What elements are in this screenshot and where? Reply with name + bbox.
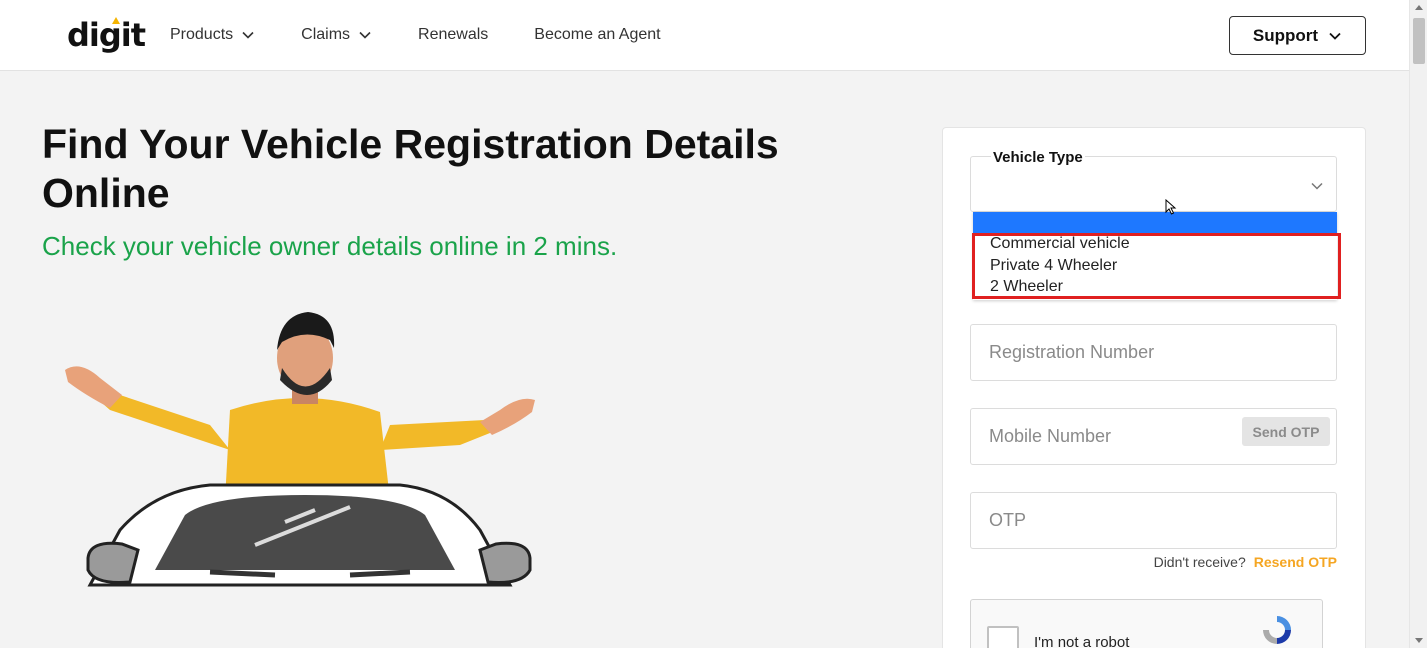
site-header: digit Products Claims Renewals Become an… — [0, 0, 1409, 71]
recaptcha-widget: I'm not a robot — [970, 599, 1323, 648]
option-2-wheeler[interactable]: 2 Wheeler — [973, 276, 1337, 298]
chevron-down-icon — [359, 31, 371, 39]
chevron-down-icon — [1311, 182, 1323, 190]
registration-number-field[interactable]: Registration Number — [970, 324, 1337, 381]
scroll-down-arrow-icon[interactable] — [1415, 638, 1423, 643]
recaptcha-label: I'm not a robot — [1034, 634, 1130, 648]
chevron-down-icon — [242, 31, 254, 39]
nav-claims[interactable]: Claims — [301, 26, 372, 44]
recaptcha-icon — [1263, 616, 1291, 644]
nav-become-agent[interactable]: Become an Agent — [534, 26, 660, 44]
resend-prompt: Didn't receive? — [1153, 554, 1246, 570]
mobile-number-placeholder: Mobile Number — [989, 426, 1112, 446]
mobile-number-field[interactable]: Mobile Number Send OTP — [970, 408, 1337, 465]
scroll-thumb[interactable] — [1413, 18, 1425, 64]
option-commercial-vehicle[interactable]: Commercial vehicle — [973, 233, 1337, 255]
chevron-down-icon — [1329, 32, 1341, 40]
nav-renewals-label: Renewals — [418, 26, 489, 43]
nav-claims-label: Claims — [301, 26, 351, 43]
logo-text: digit — [67, 16, 146, 54]
vehicle-type-dropdown: Commercial vehicle Private 4 Wheeler 2 W… — [973, 212, 1337, 300]
resend-row: Didn't receive? Resend OTP — [1000, 554, 1337, 570]
resend-otp-link[interactable]: Resend OTP — [1254, 554, 1337, 570]
nav-products[interactable]: Products — [170, 26, 255, 44]
otp-placeholder: OTP — [989, 510, 1027, 530]
digit-logo[interactable]: digit — [67, 16, 146, 54]
support-label: Support — [1252, 25, 1319, 45]
registration-number-placeholder: Registration Number — [989, 342, 1155, 362]
scroll-up-arrow-icon[interactable] — [1415, 5, 1423, 10]
man-in-car-illustration — [65, 312, 535, 587]
main-nav: Products Claims Renewals Become an Agent — [170, 26, 707, 44]
nav-renewals[interactable]: Renewals — [418, 26, 488, 44]
page-scrollbar[interactable] — [1409, 0, 1427, 648]
vehicle-type-label: Vehicle Type — [991, 149, 1085, 166]
nav-products-label: Products — [170, 26, 234, 43]
page-subtitle: Check your vehicle owner details online … — [42, 231, 618, 261]
mouse-cursor-icon — [1165, 199, 1177, 215]
option-private-4-wheeler[interactable]: Private 4 Wheeler — [973, 255, 1337, 277]
send-otp-button[interactable]: Send OTP — [1242, 417, 1330, 446]
logo-accent-icon — [112, 17, 120, 24]
nav-become-agent-label: Become an Agent — [534, 26, 661, 43]
page-title: Find Your Vehicle Registration Details O… — [42, 121, 779, 216]
dropdown-empty-option[interactable] — [973, 212, 1337, 233]
recaptcha-checkbox[interactable] — [987, 626, 1019, 648]
otp-field[interactable]: OTP — [970, 492, 1337, 549]
support-button[interactable]: Support — [1229, 16, 1366, 55]
